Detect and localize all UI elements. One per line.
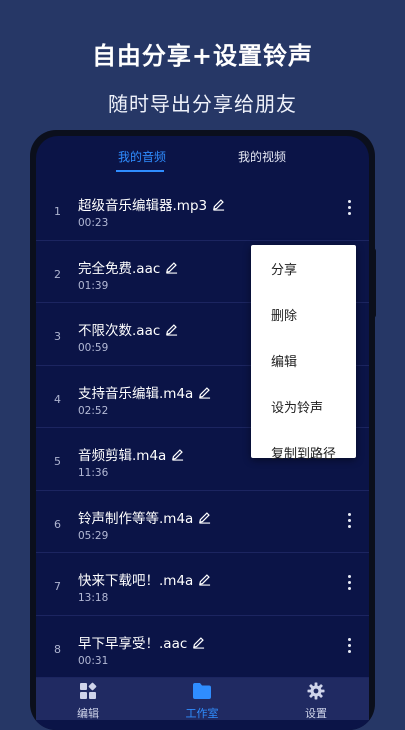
file-name: 不限次数.aac [78, 323, 161, 339]
file-duration: 02:52 [78, 404, 109, 417]
file-duration: 01:39 [78, 279, 109, 292]
file-name: 早下早享受！.aac [78, 635, 188, 652]
pencil-icon[interactable] [198, 511, 211, 524]
item-index: 1 [54, 205, 61, 218]
file-name: 铃声制作等等.m4a [78, 510, 194, 527]
menu-item-share[interactable]: 分享 [251, 251, 356, 291]
nav-settings-label: 设置 [305, 707, 327, 720]
item-index: 6 [54, 517, 61, 531]
phone-side-button [372, 248, 376, 318]
pencil-icon[interactable] [165, 323, 178, 336]
item-index: 3 [54, 330, 61, 343]
file-duration: 00:59 [78, 342, 109, 354]
file-name: 完全免费.aac [78, 260, 161, 277]
item-index: 8 [54, 642, 61, 656]
list-item[interactable]: 8 早下早享受！.aac 00:31 [36, 616, 369, 678]
file-name: 超级音乐编辑器.mp3 [78, 198, 208, 214]
bottom-navigation: 编辑 工作室 设置 [36, 678, 369, 720]
file-name: 支持音乐编辑.m4a [78, 385, 194, 402]
pencil-icon[interactable] [198, 386, 211, 399]
pencil-icon[interactable] [192, 636, 205, 649]
item-index: 2 [54, 267, 61, 281]
more-options-icon[interactable] [345, 575, 353, 593]
item-index: 4 [54, 392, 61, 406]
nav-edit[interactable]: 编辑 [58, 682, 118, 721]
more-options-icon[interactable] [345, 637, 353, 656]
folder-icon [193, 683, 211, 699]
file-duration: 00:31 [78, 654, 109, 667]
tab-my-video[interactable]: 我的视频 [238, 148, 286, 165]
file-name: 音频剪辑.m4a [78, 448, 167, 464]
pencil-icon[interactable] [212, 198, 225, 211]
nav-edit-label: 编辑 [77, 707, 99, 720]
file-duration: 11:36 [78, 467, 109, 479]
tab-bar: 我的音频 我的视频 [36, 148, 369, 176]
menu-item-edit[interactable]: 编辑 [251, 343, 356, 383]
pencil-icon[interactable] [165, 261, 178, 274]
nav-studio[interactable]: 工作室 [172, 682, 232, 721]
nav-studio-label: 工作室 [185, 707, 219, 720]
pencil-icon[interactable] [171, 448, 184, 461]
file-duration: 05:29 [78, 529, 109, 542]
active-tab-indicator [116, 170, 164, 172]
promo-headline: 自由分享+设置铃声 [91, 42, 314, 70]
list-item[interactable]: 6 铃声制作等等.m4a 05:29 [36, 491, 369, 553]
nav-settings[interactable]: 设置 [286, 682, 346, 721]
file-duration: 00:23 [78, 217, 109, 229]
menu-item-delete[interactable]: 删除 [251, 297, 356, 337]
item-index: 7 [54, 580, 61, 593]
context-menu: 分享 删除 编辑 设为铃声 复制到路径 [251, 245, 356, 462]
list-item[interactable]: 7 快来下载吧！.m4a 13:18 [36, 553, 369, 616]
more-options-icon[interactable] [345, 200, 353, 218]
more-options-icon[interactable] [345, 512, 353, 531]
pencil-icon[interactable] [198, 573, 211, 586]
list-item[interactable]: 1 超级音乐编辑器.mp3 00:23 [36, 178, 369, 241]
tab-my-audio[interactable]: 我的音频 [118, 148, 166, 165]
grid-icon [80, 682, 97, 699]
item-index: 5 [54, 455, 61, 468]
menu-item-set-ringtone[interactable]: 设为铃声 [251, 389, 356, 429]
gear-icon [307, 682, 325, 700]
file-name: 快来下载吧！.m4a [78, 573, 194, 589]
menu-item-copy-to-path[interactable]: 复制到路径 [251, 435, 356, 475]
file-duration: 13:18 [78, 592, 109, 604]
promo-subline: 随时导出分享给朋友 [108, 92, 297, 116]
